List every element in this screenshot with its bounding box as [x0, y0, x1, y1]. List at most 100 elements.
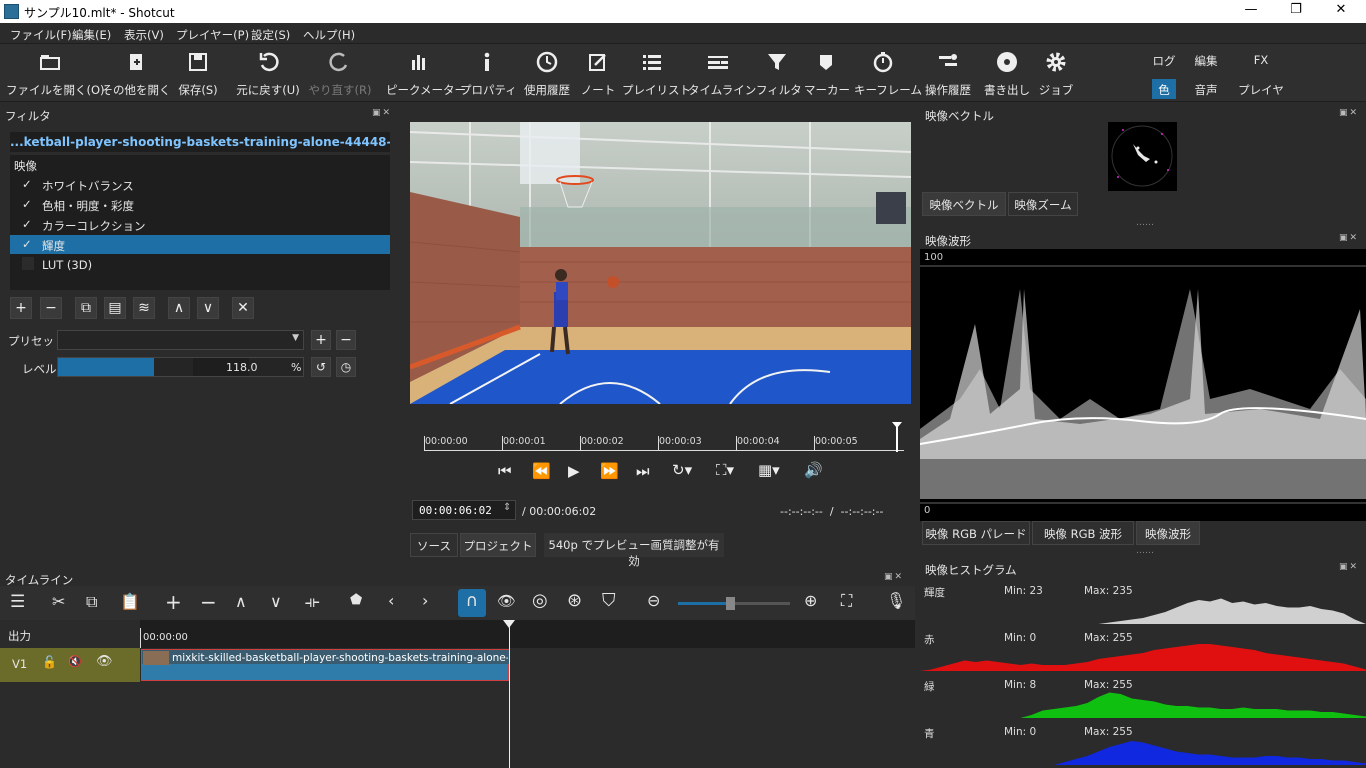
filter-item-color-correction[interactable]: ✓ カラーコレクション: [10, 215, 390, 234]
timeline-menu-icon[interactable]: ☰: [10, 592, 25, 612]
player-ruler[interactable]: 00:00:00 00:00:01 00:00:02 00:00:03 00:0…: [410, 422, 908, 452]
tab-video-zoom[interactable]: 映像ズーム: [1008, 192, 1078, 216]
delete-preset-button[interactable]: −: [336, 330, 356, 350]
checkbox[interactable]: ✓: [22, 237, 34, 251]
markers-button[interactable]: マーカー: [804, 48, 850, 98]
timecode-field[interactable]: 00:00:06:02: [412, 500, 516, 520]
tab-project[interactable]: プロジェクト: [460, 533, 536, 557]
menu-settings[interactable]: 設定(S): [251, 27, 290, 43]
minimize-button[interactable]: —: [1236, 2, 1266, 20]
layout-edit-tab[interactable]: 編集: [1190, 53, 1222, 69]
filter-item-white-balance[interactable]: ✓ ホワイトバランス: [10, 175, 390, 194]
tab-source[interactable]: ソース: [410, 533, 458, 557]
timeline-clip[interactable]: mixkit-skilled-basketball-player-shootin…: [141, 649, 510, 681]
zoom-in-icon[interactable]: ⊕: [804, 591, 817, 610]
splitter-handle[interactable]: ……: [1136, 546, 1154, 556]
menu-player[interactable]: プレイヤー(P): [176, 27, 249, 43]
play-icon[interactable]: ▶: [568, 462, 580, 480]
timeline-ruler[interactable]: 00:00:00: [140, 620, 915, 648]
dock-float-close-icon[interactable]: ▣✕: [1339, 108, 1361, 118]
scrub-eye-icon[interactable]: 👁: [497, 592, 516, 610]
timeline-playhead[interactable]: [509, 620, 510, 768]
filters-button[interactable]: フィルタ: [756, 48, 802, 98]
copy-icon[interactable]: ⧉: [86, 592, 97, 612]
deselect-filter-button[interactable]: ✕: [232, 297, 254, 319]
keyframes-button[interactable]: キーフレーム: [854, 48, 922, 98]
save-preset-button[interactable]: +: [311, 330, 331, 350]
copy-filter-button[interactable]: ⧉: [75, 297, 97, 319]
peak-meter-button[interactable]: ピークメーター: [386, 48, 466, 98]
filter-item-lut-3d[interactable]: LUT (3D): [10, 255, 390, 274]
playlist-button[interactable]: プレイリスト: [622, 48, 691, 98]
zoom-out-icon[interactable]: ⊖: [647, 591, 660, 610]
dock-float-close-icon[interactable]: ▣✕: [1339, 233, 1361, 243]
reset-icon[interactable]: ↺: [311, 357, 331, 377]
maximize-button[interactable]: ❐: [1281, 2, 1311, 20]
jobs-button[interactable]: ジョブ: [1036, 48, 1076, 98]
splitter-handle[interactable]: ……: [1136, 218, 1154, 228]
filter-item-hue-lightness-saturation[interactable]: ✓ 色相・明度・彩度: [10, 195, 390, 214]
dock-float-close-icon[interactable]: ▣✕: [1339, 562, 1361, 572]
ripple-icon[interactable]: ◎: [532, 590, 548, 611]
remove-icon[interactable]: −: [200, 590, 217, 614]
volume-icon[interactable]: 🔊: [804, 461, 823, 479]
close-window-button[interactable]: ✕: [1326, 2, 1356, 20]
zoom-slider[interactable]: [678, 597, 790, 610]
recent-button[interactable]: 使用履歴: [520, 48, 574, 98]
eye-icon[interactable]: 👁: [96, 654, 113, 669]
fast-forward-icon[interactable]: ⏩: [600, 462, 619, 480]
checkbox[interactable]: ✓: [22, 177, 34, 191]
video-preview[interactable]: [410, 122, 911, 404]
menu-help[interactable]: ヘルプ(H): [303, 27, 355, 43]
add-filter-button[interactable]: +: [10, 297, 32, 319]
notes-button[interactable]: ノート: [580, 48, 616, 98]
previous-marker-icon[interactable]: ‹: [388, 591, 394, 610]
checkbox[interactable]: ✓: [22, 197, 34, 211]
properties-button[interactable]: プロパティ: [460, 48, 517, 98]
append-icon[interactable]: +: [165, 590, 182, 614]
grid-icon[interactable]: ▦▾: [758, 461, 780, 479]
zoom-fit-icon[interactable]: ⛶▾: [716, 461, 734, 479]
preset-combobox[interactable]: ▼: [57, 330, 304, 350]
checkbox[interactable]: ✓: [22, 217, 34, 231]
move-filter-up-button[interactable]: ∧: [168, 297, 190, 319]
menu-view[interactable]: 表示(V): [124, 27, 164, 43]
paste-filter-button[interactable]: ▤: [104, 297, 126, 319]
remove-filter-button[interactable]: −: [40, 297, 62, 319]
menu-edit[interactable]: 編集(E): [72, 27, 111, 43]
dock-float-close-icon[interactable]: ▣✕: [884, 572, 906, 582]
dock-float-close-icon[interactable]: ▣✕: [372, 108, 394, 118]
skip-to-start-icon[interactable]: ⏮: [498, 462, 512, 480]
loop-icon[interactable]: ↻▾: [672, 461, 692, 479]
layout-fx-tab[interactable]: FX: [1248, 53, 1274, 67]
split-icon[interactable]: ⟛: [305, 592, 320, 612]
zoom-fit-timeline-icon[interactable]: ⛶: [841, 591, 852, 611]
filter-item-brightness[interactable]: ✓ 輝度: [10, 235, 390, 254]
tab-rgb-parade[interactable]: 映像 RGB パレード: [922, 521, 1030, 545]
overwrite-icon[interactable]: ∨: [270, 592, 282, 611]
cut-icon[interactable]: ✂: [52, 592, 65, 611]
zoom-slider-handle[interactable]: [726, 597, 735, 610]
tab-rgb-waveform[interactable]: 映像 RGB 波形: [1032, 521, 1134, 545]
next-marker-icon[interactable]: ›: [422, 591, 428, 610]
skip-to-end-icon[interactable]: ⏭: [636, 462, 650, 480]
mute-icon[interactable]: 🔇: [68, 655, 82, 668]
menu-file[interactable]: ファイル(F): [10, 27, 72, 43]
snap-magnet-icon[interactable]: ∩: [458, 589, 486, 617]
tab-waveform[interactable]: 映像波形: [1136, 521, 1200, 545]
paste-icon[interactable]: 📋: [120, 592, 140, 611]
move-filter-down-button[interactable]: ∨: [197, 297, 219, 319]
undo-button[interactable]: 元に戻す(U): [236, 48, 300, 98]
layout-audio-tab[interactable]: 音声: [1190, 82, 1222, 98]
timecode-spinner-icon[interactable]: ⇕: [503, 502, 511, 513]
marker-icon[interactable]: ⬟: [350, 592, 362, 608]
lock-icon[interactable]: 🔓: [42, 655, 57, 669]
open-other-button[interactable]: その他を開く: [100, 48, 172, 98]
export-button[interactable]: 書き出し: [984, 48, 1030, 98]
filter-sets-button[interactable]: ≋: [133, 297, 155, 319]
layout-color-tab[interactable]: 色: [1152, 79, 1176, 99]
save-button[interactable]: 保存(S): [176, 48, 220, 98]
open-file-button[interactable]: ファイルを開く(O): [6, 48, 105, 98]
rewind-icon[interactable]: ⏪: [532, 462, 551, 480]
lift-icon[interactable]: ∧: [235, 592, 247, 611]
